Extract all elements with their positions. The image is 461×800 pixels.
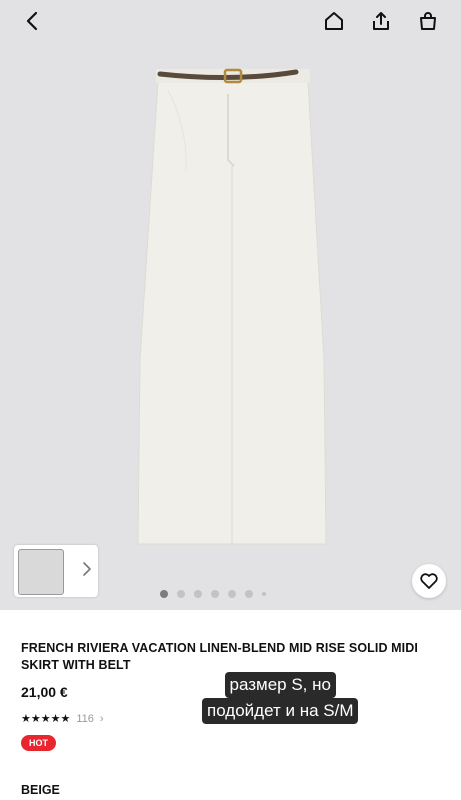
thumbnail-strip[interactable]: [14, 545, 98, 597]
caption-line-1: размер S, но: [224, 672, 336, 698]
review-count: 116: [76, 712, 94, 725]
back-button[interactable]: [16, 6, 48, 36]
color-label: BEIGE: [21, 783, 60, 797]
hot-badge: HOT: [21, 735, 56, 751]
share-button[interactable]: [365, 6, 397, 36]
home-button[interactable]: [318, 6, 350, 36]
product-rating[interactable]: ★★★★★ 116 ›: [21, 712, 104, 726]
page-dot[interactable]: [245, 590, 253, 598]
page-dot[interactable]: [194, 590, 202, 598]
favorite-button[interactable]: [412, 564, 446, 598]
product-price: 21,00 €: [21, 684, 68, 700]
chevron-right-icon[interactable]: [82, 561, 92, 577]
product-title: FRENCH RIVIERA VACATION LINEN-BLEND MID …: [21, 641, 418, 672]
page-dot[interactable]: [262, 592, 266, 596]
chevron-left-icon: [26, 11, 38, 31]
page-dot[interactable]: [177, 590, 185, 598]
page-dot[interactable]: [211, 590, 219, 598]
page-dot[interactable]: [160, 590, 168, 598]
page-dot[interactable]: [228, 590, 236, 598]
story-caption: размер S, но подойдет и на S/M: [202, 672, 359, 724]
skirt-illustration: [137, 68, 327, 545]
rating-stars: ★★★★★: [21, 713, 71, 725]
thumbnail-image[interactable]: [18, 549, 64, 595]
heart-icon: [420, 573, 438, 589]
cart-button[interactable]: [412, 6, 444, 36]
caption-line-2: подойдет и на S/M: [202, 698, 359, 724]
home-icon: [325, 12, 343, 30]
chevron-right-icon: ›: [99, 712, 104, 725]
top-bar: [0, 0, 461, 44]
shopping-bag-icon: [420, 12, 436, 30]
gallery-pagination: [160, 590, 266, 598]
product-image[interactable]: [0, 0, 461, 610]
share-icon: [373, 12, 389, 30]
